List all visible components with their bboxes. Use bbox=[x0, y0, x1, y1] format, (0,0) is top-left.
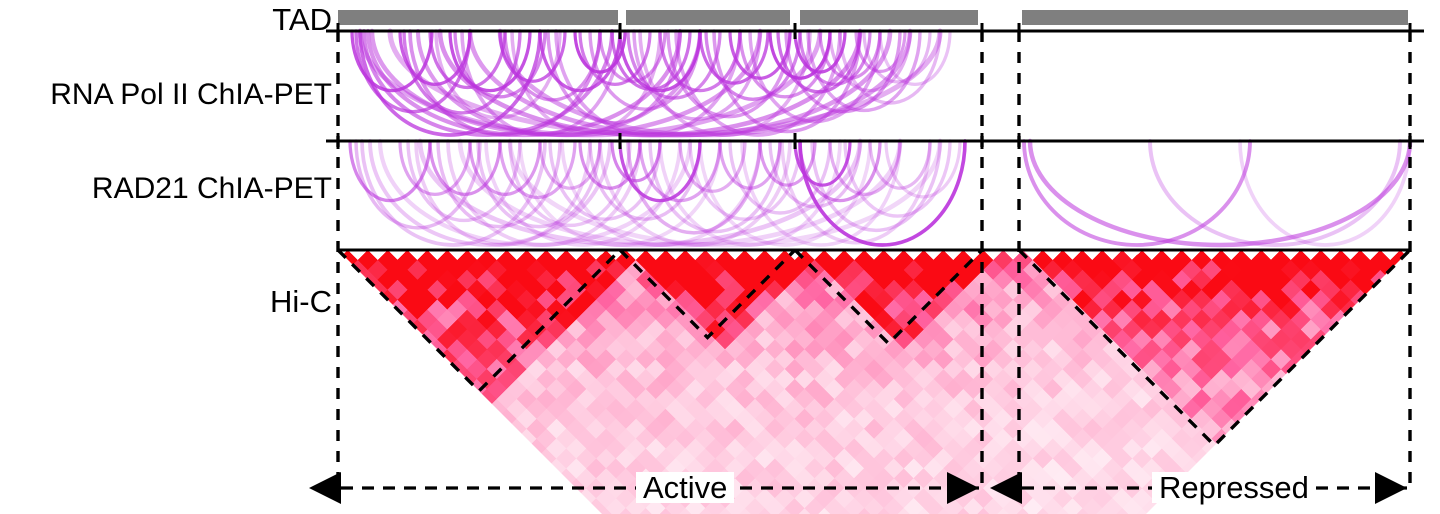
figure-canvas bbox=[309, 10, 1424, 514]
zone-label-active: Active bbox=[636, 472, 735, 503]
rad21-arcs bbox=[348, 138, 1413, 248]
tad-bars bbox=[338, 10, 1408, 25]
rna-pol-ii-arcs bbox=[350, 28, 952, 138]
zone-label-repressed: Repressed bbox=[1152, 472, 1316, 503]
figure-root: TAD RNA Pol II ChIA-PET RAD21 ChIA-PET H… bbox=[0, 0, 1440, 514]
